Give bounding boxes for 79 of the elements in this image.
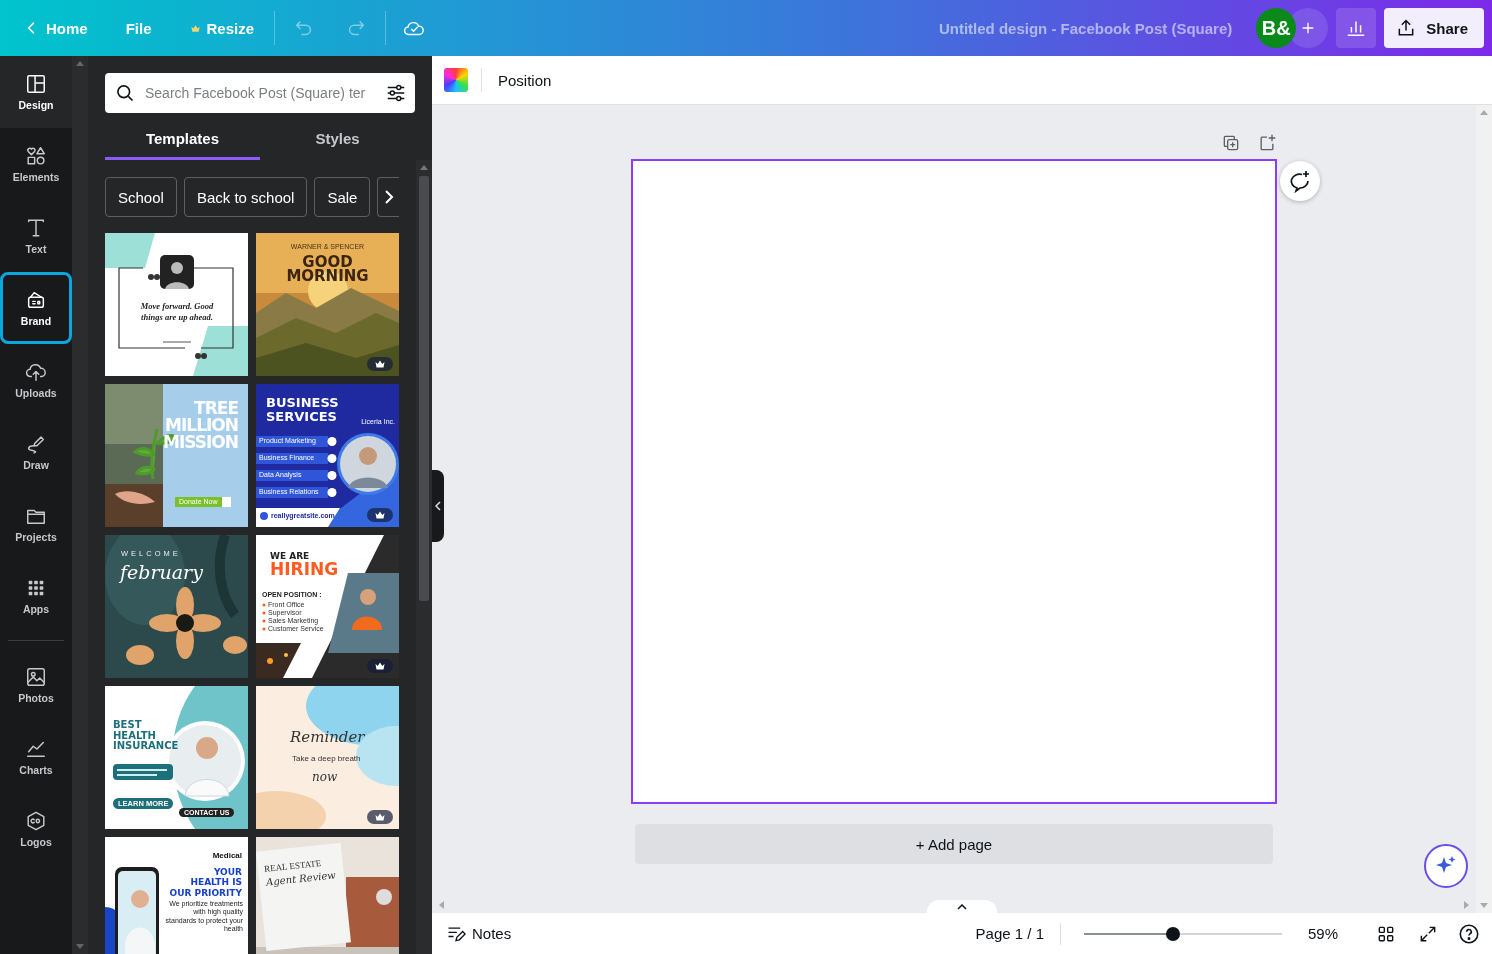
scroll-down-icon[interactable] [1480,903,1488,909]
position-button[interactable]: Position [498,65,552,95]
magic-button[interactable] [1424,844,1468,888]
next-chips-button[interactable] [377,177,400,217]
shapes-icon [25,145,47,167]
template-thumbnail[interactable]: REAL ESTATE Agent Review [256,837,399,954]
upload-icon [25,361,47,383]
template-thumbnail[interactable]: Move forward. Good things are up ahead. [105,233,248,376]
sidebar-item[interactable]: Text [0,200,72,272]
headline-text: HIRING [270,561,339,578]
tab[interactable]: Templates [105,120,260,160]
headline-text: HEALTH [113,730,157,741]
sidebar-item[interactable]: Uploads [0,344,72,416]
scrollbar-thumb[interactable] [419,176,429,601]
comment-plus-icon [1288,169,1312,193]
headline-text: SERVICES [266,409,338,424]
bar-chart-icon[interactable] [1336,8,1377,48]
color-swatch[interactable] [444,68,468,92]
headline-text: YOUR [212,867,242,878]
share-button[interactable]: Share [1384,8,1484,48]
chevron-left-icon [435,501,441,511]
headline-text: BUSINESS [266,396,339,410]
search-icon [115,83,135,103]
template-thumbnail[interactable]: Reminder Take a deep breath now [256,686,399,829]
duplicate-page-icon[interactable] [1221,133,1241,153]
category-chip[interactable]: School [105,177,177,217]
headline-text: GOOD [302,255,353,270]
script-text: february [120,561,203,583]
zoom-percentage[interactable]: 59% [1308,925,1360,942]
avatar-icon [160,255,194,289]
scroll-up-icon[interactable] [76,60,84,66]
add-page-button[interactable]: + Add page [635,824,1273,864]
headline-text: MILLION [164,417,238,434]
collapse-panel-button[interactable] [432,470,444,542]
search-field[interactable]: Search Facebook Post (Square) ter [105,73,415,113]
help-icon[interactable] [1458,922,1480,945]
headline-text: OUR PRIORITY [169,887,242,899]
category-chip[interactable]: Sale [314,177,371,217]
headline-text: MORNING [285,269,370,284]
headline-text: INSURANCE [113,741,179,752]
text-icon [25,217,47,239]
headline-text: TREE [193,400,238,417]
chevron-right-icon [382,189,395,205]
notes-button[interactable]: Notes [446,923,512,944]
brand-kit-icon [25,289,47,311]
sidebar-item[interactable]: Draw [0,416,72,488]
message-text: Take a deep breath [292,754,361,763]
sidebar-item[interactable]: Elements [0,128,72,200]
category-chip[interactable]: Back to school [183,177,308,217]
layout-icon [25,73,47,95]
logo-badge-icon [25,810,47,832]
filter-icon[interactable] [385,82,407,104]
sidebar-item[interactable]: Projects [0,488,72,560]
crown-icon [189,22,201,34]
quote-text: Move forward. Good things are up ahead. [139,301,215,324]
headline-text: REAL ESTATE [263,858,322,874]
sidebar-item[interactable]: Photos [0,649,72,721]
sidebar-item[interactable]: Apps [0,560,72,632]
sidebar-item[interactable]: Logos [0,793,72,865]
caret-up-icon [957,903,967,910]
add-comment-button[interactable] [1280,161,1320,201]
sidebar-item[interactable]: Design [0,56,72,128]
script-text: Reminder [290,728,365,746]
headline-text: MISSION [163,434,238,451]
sidebar-item[interactable]: Brand [0,272,72,344]
image-icon [25,666,47,688]
scroll-up-icon[interactable] [420,164,428,170]
brand-text: Medical [212,851,242,860]
sidebar-item[interactable]: Charts [0,721,72,793]
scroll-up-icon[interactable] [1480,109,1488,115]
headline-text: HEALTH IS [189,877,242,888]
headline-text: WE ARE [270,551,311,561]
script-text: now [312,770,338,784]
expand-pages-button[interactable] [927,900,997,913]
headline-text: BEST [113,720,143,731]
tab[interactable]: Styles [260,120,415,160]
scroll-down-icon[interactable] [76,944,84,950]
page-counter[interactable]: Page 1 / 1 [975,925,1044,942]
user-avatar[interactable]: B& [1256,8,1297,48]
